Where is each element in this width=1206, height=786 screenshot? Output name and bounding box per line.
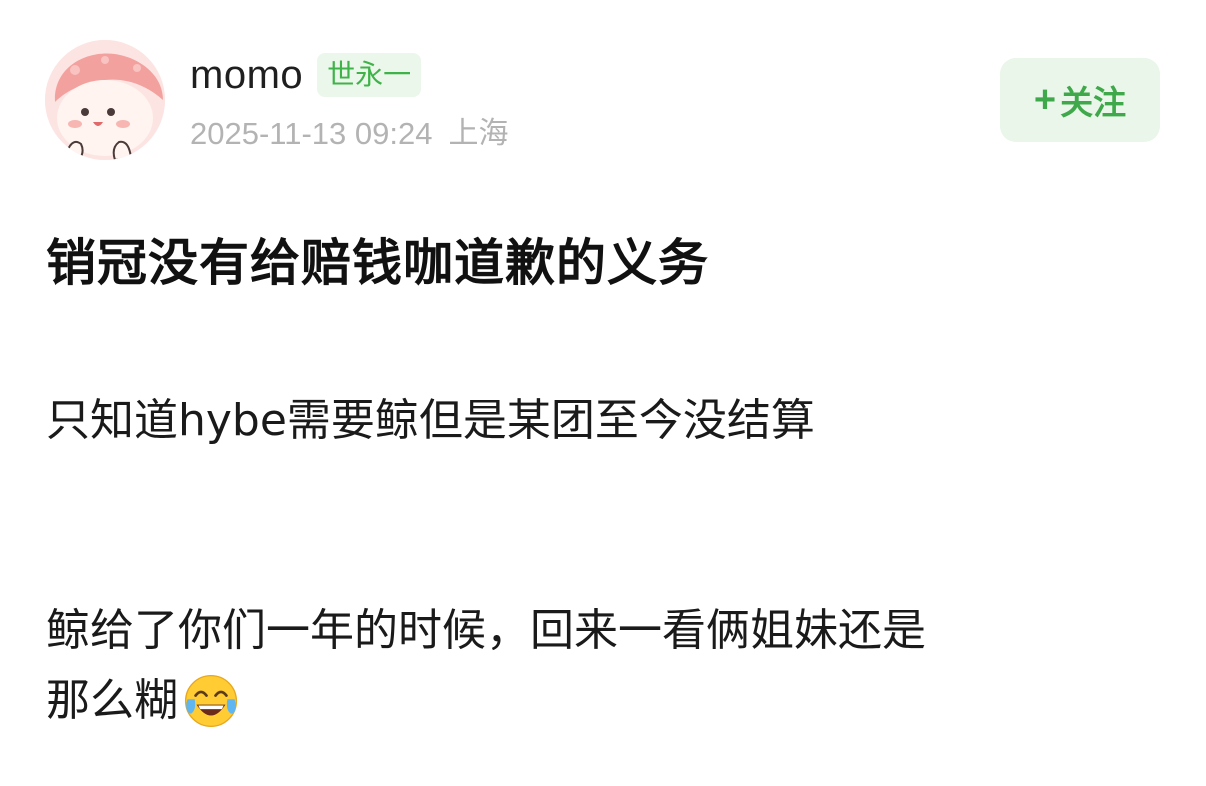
avatar[interactable] bbox=[45, 40, 165, 160]
author-line: momo 世永一 bbox=[190, 52, 422, 98]
post-meta: 2025-11-13 09:24 上海 bbox=[190, 114, 508, 154]
post-title: 销冠没有给赔钱咖道歉的义务 bbox=[46, 234, 709, 292]
post-location: 上海 bbox=[448, 116, 509, 151]
follow-button-label: 关注 bbox=[1060, 83, 1127, 122]
post-paragraph-line: 那么糊 bbox=[46, 675, 178, 726]
post-paragraph: 只知道hybe需要鲸但是某团至今没结算 bbox=[46, 395, 815, 446]
follow-button[interactable]: + 关注 bbox=[1000, 58, 1160, 142]
author-badge[interactable]: 世永一 bbox=[317, 53, 422, 97]
post-paragraph-line-wrap: 那么糊 bbox=[46, 666, 1156, 736]
post-paragraph-line: 鲸给了你们一年的时候，回来一看俩姐妹还是 bbox=[46, 605, 926, 656]
post-datetime: 2025-11-13 09:24 bbox=[190, 116, 433, 151]
plus-icon: + bbox=[1033, 79, 1057, 121]
face-with-tears-of-joy-icon bbox=[184, 674, 238, 728]
avatar-illustration-icon bbox=[45, 40, 165, 160]
post-paragraph: 鲸给了你们一年的时候，回来一看俩姐妹还是 那么糊 bbox=[46, 596, 1156, 736]
post-body: 只知道hybe需要鲸但是某团至今没结算 鲸给了你们一年的时候，回来一看俩姐妹还是… bbox=[46, 386, 1156, 736]
post-page: momo 世永一 2025-11-13 09:24 上海 + 关注 销冠没有给赔… bbox=[0, 0, 1206, 786]
author-name[interactable]: momo bbox=[190, 52, 303, 98]
